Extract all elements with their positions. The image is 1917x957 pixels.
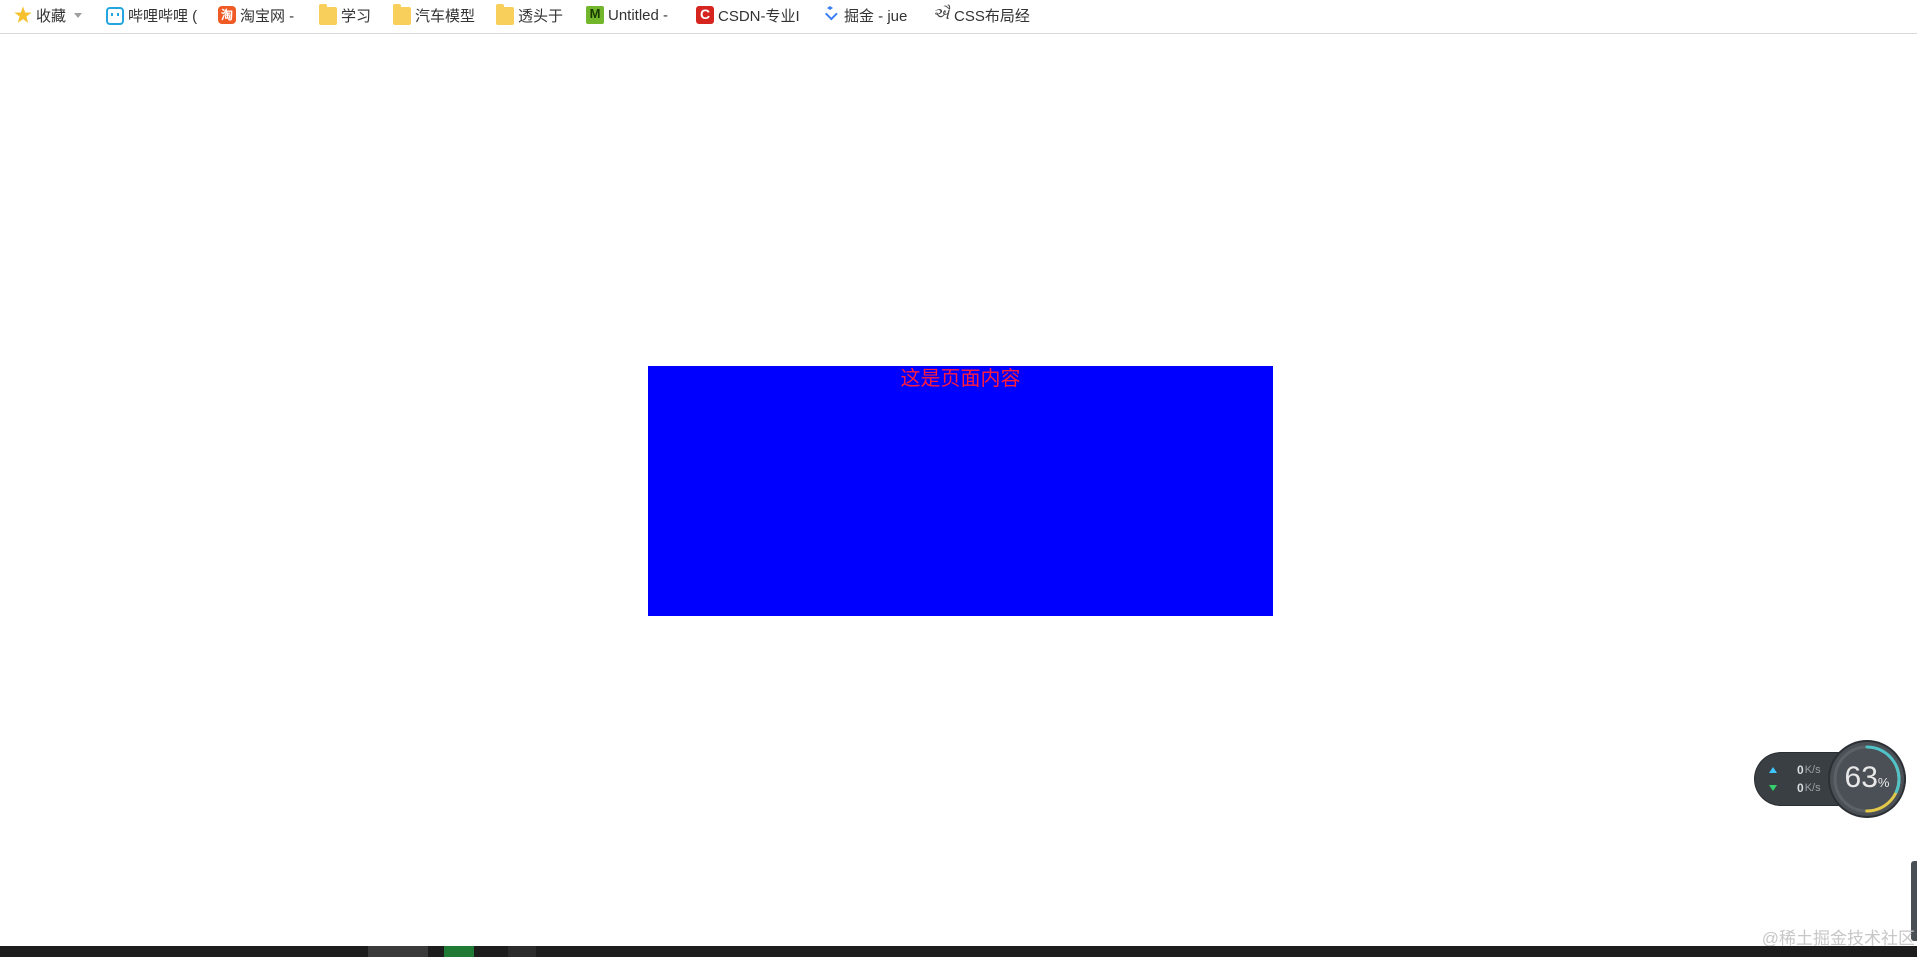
bookmark-label: CSS布局经 <box>954 7 1030 25</box>
bookmark-juejin[interactable]: 掘金 - jue <box>822 0 907 30</box>
bookmark-untitled[interactable]: M Untitled - <box>586 0 668 30</box>
bookmarks-bar: 收藏 哔哩哔哩 ( 淘 淘宝网 - 学习 汽车模型 透头于 M Untitled… <box>0 0 1917 34</box>
taskbar-item[interactable] <box>444 946 474 957</box>
bookmark-taobao[interactable]: 淘 淘宝网 - <box>218 0 294 30</box>
m-icon: M <box>586 6 604 24</box>
upload-speed-unit: K/s <box>1804 764 1821 776</box>
bookmark-csdn[interactable]: C CSDN-专业I <box>696 0 800 30</box>
bookmark-bilibili[interactable]: 哔哩哔哩 ( <box>106 0 197 30</box>
bilibili-tv-icon <box>106 7 124 25</box>
bookmark-label: 收藏 <box>36 7 67 25</box>
bookmark-label: 学习 <box>341 7 372 25</box>
chevron-down-icon[interactable] <box>74 12 83 18</box>
taskbar-item[interactable] <box>508 946 536 957</box>
star-icon <box>14 6 32 23</box>
bookmark-label: 掘金 - jue <box>844 7 908 25</box>
arrow-down-icon <box>1769 785 1777 791</box>
bookmark-label: 透头于 <box>518 7 564 25</box>
bookmark-css-layout[interactable]: ઐ CSS布局经 <box>932 0 1030 30</box>
bookmark-folder-car-models[interactable]: 汽车模型 <box>393 0 475 30</box>
folder-icon <box>319 4 337 25</box>
memory-usage-gauge[interactable]: 63% <box>1830 742 1904 816</box>
download-speed: 0 K/s <box>1769 779 1839 797</box>
upload-speed-value: 0 <box>1797 763 1804 777</box>
folder-icon <box>393 4 411 25</box>
usage-percent-value: 63 <box>1844 761 1878 794</box>
taskbar <box>0 946 1917 957</box>
bookmark-label: Untitled - <box>608 6 669 24</box>
gauge-text: 63% <box>1830 760 1904 801</box>
bookmark-label: 淘宝网 - <box>240 7 295 25</box>
upload-speed: 0 K/s <box>1769 761 1839 779</box>
bookmark-label: 汽车模型 <box>415 7 476 25</box>
percent-sign: % <box>1877 775 1890 790</box>
download-speed-unit: K/s <box>1804 782 1821 794</box>
bookmark-label: 哔哩哔哩 ( <box>128 7 198 25</box>
bookmark-favorites[interactable]: 收藏 <box>14 0 83 30</box>
juejin-icon <box>822 6 840 24</box>
download-speed-value: 0 <box>1797 781 1804 795</box>
css-icon: ઐ <box>932 6 950 23</box>
taskbar-item[interactable] <box>368 946 428 957</box>
taobao-icon: 淘 <box>218 6 236 24</box>
bookmark-label: CSDN-专业I <box>718 7 800 25</box>
page-content-text: 这是页面内容 <box>900 368 1021 390</box>
folder-icon <box>496 4 514 25</box>
bookmark-folder-3[interactable]: 透头于 <box>496 0 563 30</box>
bookmark-folder-study[interactable]: 学习 <box>319 0 371 30</box>
page-content-box: 这是页面内容 <box>648 366 1273 616</box>
csdn-icon: C <box>696 6 714 24</box>
arrow-up-icon <box>1769 767 1777 773</box>
